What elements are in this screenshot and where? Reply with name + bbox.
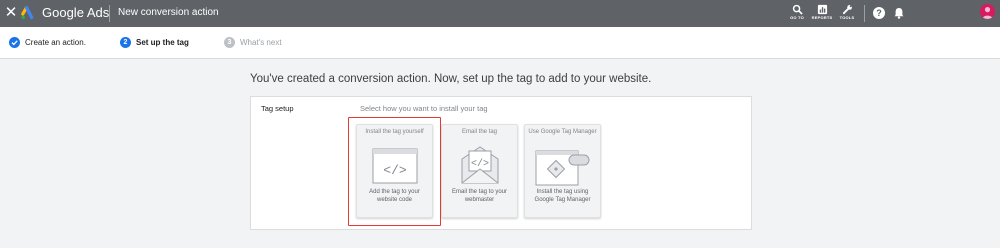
header-divider: [864, 5, 865, 22]
svg-text:</>: </>: [470, 158, 488, 170]
step-complete-badge: [9, 37, 20, 48]
install-tag-yourself-option[interactable]: Install the tag yourself </> Add the tag…: [356, 124, 433, 218]
svg-text:</>: </>: [383, 163, 407, 178]
account-avatar[interactable]: [980, 4, 995, 19]
tag-manager-icon: [535, 150, 589, 186]
wrench-icon: [842, 5, 852, 15]
top-app-bar: ✕ Google Ads New conversion action GO TO…: [0, 0, 1000, 27]
section-label: Tag setup: [261, 104, 294, 113]
svg-text:?: ?: [876, 8, 882, 18]
option-description: Email the tag to your webmaster: [451, 189, 508, 203]
option-title: Install the tag yourself: [365, 129, 424, 135]
email-tag-option[interactable]: Email the tag </> Email the tag to your …: [441, 124, 518, 218]
go-to-button[interactable]: GO TO: [786, 3, 808, 25]
close-icon[interactable]: ✕: [4, 5, 18, 21]
step-label: Create an action.: [25, 38, 86, 47]
notifications-bell-icon[interactable]: [892, 6, 906, 20]
page-headline: You've created a conversion action. Now,…: [250, 73, 652, 85]
page-title: New conversion action: [118, 7, 219, 18]
search-icon: [792, 4, 803, 15]
brand-name: Google Ads: [42, 5, 110, 20]
help-icon[interactable]: ?: [872, 6, 886, 20]
go-to-label: GO TO: [790, 15, 804, 20]
google-ads-logo-icon: [21, 6, 34, 20]
step-number-badge: 2: [120, 37, 131, 48]
step-number-badge: 3: [224, 37, 235, 48]
tools-button[interactable]: TOOLS: [836, 3, 858, 25]
step-label: What's next: [240, 38, 282, 47]
google-tag-manager-option[interactable]: Use Google Tag Manager Install the tag u…: [524, 124, 601, 218]
person-icon: [982, 7, 993, 19]
check-icon: [11, 40, 18, 46]
reports-button[interactable]: REPORTS: [811, 3, 833, 25]
reports-label: REPORTS: [811, 15, 833, 20]
tools-label: TOOLS: [839, 15, 855, 20]
option-title: Use Google Tag Manager: [528, 129, 597, 135]
option-description: Install the tag using Google Tag Manager: [534, 189, 591, 203]
step-label: Set up the tag: [136, 38, 189, 47]
reports-icon: [817, 4, 827, 15]
option-title: Email the tag: [461, 129, 498, 135]
instruction-text: Select how you want to install your tag: [360, 104, 488, 113]
envelope-code-icon: </>: [461, 146, 498, 184]
tag-setup-card: Tag setup Select how you want to install…: [250, 96, 752, 230]
header-divider: [109, 5, 110, 22]
code-window-icon: </>: [372, 148, 417, 184]
progress-stepper: Create an action. 2 Set up the tag 3 Wha…: [0, 27, 1000, 59]
option-description: Add the tag to your website code: [369, 189, 420, 203]
